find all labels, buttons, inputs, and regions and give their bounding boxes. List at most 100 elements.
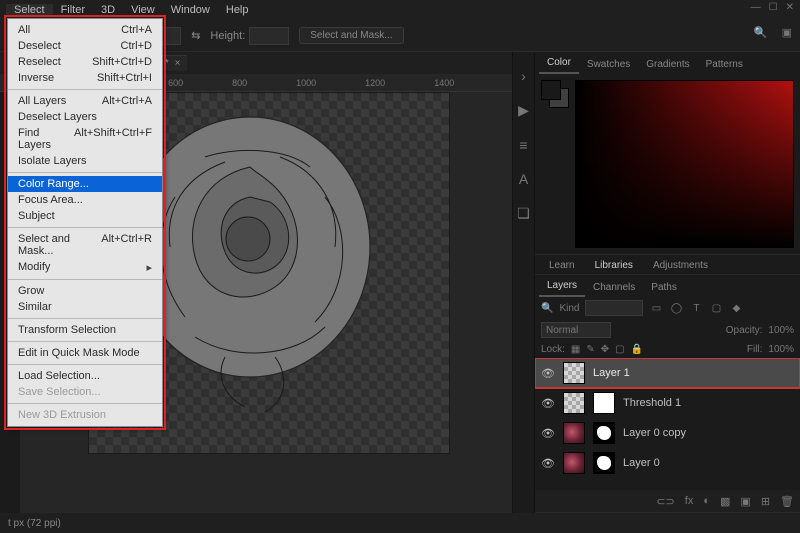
menu-item-deselect[interactable]: DeselectCtrl+D xyxy=(8,38,162,54)
adjustment-icon[interactable]: ▩ xyxy=(720,495,730,508)
menu-view[interactable]: View xyxy=(123,4,163,16)
tab-adjustments[interactable]: Adjustments xyxy=(643,256,718,275)
close-tab-icon[interactable]: × xyxy=(175,58,181,69)
fill-value[interactable]: 100% xyxy=(768,344,794,355)
visibility-icon[interactable]: 👁 xyxy=(541,427,555,440)
tab-gradients[interactable]: Gradients xyxy=(638,55,697,74)
tab-color[interactable]: Color xyxy=(539,53,579,74)
tab-channels[interactable]: Channels xyxy=(585,278,643,297)
delete-icon[interactable]: 🗑 xyxy=(780,495,794,508)
menu-item-focus-area[interactable]: Focus Area... xyxy=(8,192,162,208)
ruler-tick: 1400 xyxy=(434,78,454,88)
tab-layers[interactable]: Layers xyxy=(539,276,585,297)
menu-item-modify[interactable]: Modify xyxy=(8,259,162,276)
new-layer-icon[interactable]: ⊞ xyxy=(761,495,770,508)
layer-thumb[interactable] xyxy=(563,392,585,414)
tab-libraries[interactable]: Libraries xyxy=(585,256,643,275)
layer-name[interactable]: Layer 1 xyxy=(593,367,794,379)
lock-paint-icon[interactable]: ✎ xyxy=(586,344,594,355)
foreground-color-swatch[interactable] xyxy=(541,80,561,100)
layer-name[interactable]: Layer 0 copy xyxy=(623,427,794,439)
menu-item-load-selection[interactable]: Load Selection... xyxy=(8,368,162,384)
layers-footer: ⊂⊃ fx ◐ ▩ ▣ ⊞ 🗑 xyxy=(535,490,800,512)
layer-list: 👁 Layer 1 👁 Threshold 1 👁 Layer 0 copy 👁 xyxy=(535,358,800,490)
menu-item-transform-selection[interactable]: Transform Selection xyxy=(8,322,162,338)
maximize-icon[interactable]: ☐ xyxy=(769,2,778,13)
layer-name[interactable]: Threshold 1 xyxy=(623,397,794,409)
menu-filter[interactable]: Filter xyxy=(53,4,93,16)
fg-bg-swatch[interactable] xyxy=(541,80,569,108)
menu-3d[interactable]: 3D xyxy=(93,4,123,16)
visibility-icon[interactable]: 👁 xyxy=(541,457,555,470)
menu-item-all-layers[interactable]: All LayersAlt+Ctrl+A xyxy=(8,93,162,109)
select-and-mask-button[interactable]: Select and Mask... xyxy=(299,27,403,44)
lock-artboard-icon[interactable]: ▢ xyxy=(615,344,624,355)
menu-item-edit-in-quick-mask-mode[interactable]: Edit in Quick Mask Mode xyxy=(8,345,162,361)
layer-row[interactable]: 👁 Threshold 1 xyxy=(535,388,800,418)
menu-item-all[interactable]: AllCtrl+A xyxy=(8,22,162,38)
filter-adjust-icon[interactable]: ◯ xyxy=(669,303,683,314)
group-icon[interactable]: ▣ xyxy=(740,495,750,508)
layer-row[interactable]: 👁 Layer 0 copy xyxy=(535,418,800,448)
menu-item-color-range[interactable]: Color Range... xyxy=(8,176,162,192)
lock-trans-icon[interactable]: ▦ xyxy=(571,344,580,355)
dock-strip: › ▶ ≡ A ❏ xyxy=(512,52,534,513)
close-icon[interactable]: ✕ xyxy=(786,2,794,13)
menu-help[interactable]: Help xyxy=(218,4,257,16)
layer-thumb[interactable] xyxy=(563,422,585,444)
lock-all-icon[interactable]: 🔒 xyxy=(631,344,643,355)
play-icon[interactable]: ▶ xyxy=(518,102,529,119)
menu-item-deselect-layers[interactable]: Deselect Layers xyxy=(8,109,162,125)
height-input[interactable] xyxy=(249,27,289,45)
filter-type-icon[interactable]: T xyxy=(689,303,703,314)
workspace-icon[interactable]: ▣ xyxy=(782,26,792,39)
menu-window[interactable]: Window xyxy=(163,4,218,16)
menu-item-isolate-layers[interactable]: Isolate Layers xyxy=(8,153,162,169)
status-bar: t px (72 ppi) xyxy=(0,513,800,533)
link-layers-icon[interactable]: ⊂⊃ xyxy=(656,495,674,508)
tab-paths[interactable]: Paths xyxy=(643,278,685,297)
color-picker[interactable] xyxy=(575,80,794,248)
menu-item-inverse[interactable]: InverseShift+Ctrl+I xyxy=(8,70,162,86)
select-menu-dropdown: AllCtrl+ADeselectCtrl+DReselectShift+Ctr… xyxy=(7,18,163,427)
color-panel-tabs: Color Swatches Gradients Patterns xyxy=(535,52,800,74)
visibility-icon[interactable]: 👁 xyxy=(541,397,555,410)
menu-item-similar[interactable]: Similar xyxy=(8,299,162,315)
type-icon[interactable]: A xyxy=(519,171,528,187)
panel-icon[interactable]: ❏ xyxy=(517,205,530,222)
lock-move-icon[interactable]: ✥ xyxy=(601,344,609,355)
swap-icon[interactable]: ⇆ xyxy=(191,29,200,42)
fx-icon[interactable]: fx xyxy=(685,495,694,507)
mask-icon[interactable]: ◐ xyxy=(703,495,710,507)
mid-panel: Learn Libraries Adjustments xyxy=(535,255,800,275)
opacity-value[interactable]: 100% xyxy=(768,325,794,336)
minimize-icon[interactable]: — xyxy=(751,2,761,13)
menu-item-reselect[interactable]: ReselectShift+Ctrl+D xyxy=(8,54,162,70)
menu-select[interactable]: Select xyxy=(6,4,53,16)
search-icon[interactable]: 🔍 xyxy=(754,26,768,39)
menu-item-grow[interactable]: Grow xyxy=(8,283,162,299)
layer-mask-thumb[interactable] xyxy=(593,392,615,414)
visibility-icon[interactable]: 👁 xyxy=(541,367,555,380)
tab-learn[interactable]: Learn xyxy=(539,256,585,275)
layer-thumb[interactable] xyxy=(563,362,585,384)
menu-item-find-layers[interactable]: Find LayersAlt+Shift+Ctrl+F xyxy=(8,125,162,153)
layer-mask-thumb[interactable] xyxy=(593,452,615,474)
menu-item-select-and-mask[interactable]: Select and Mask...Alt+Ctrl+R xyxy=(8,231,162,259)
blend-mode-dropdown[interactable]: Normal xyxy=(541,322,611,338)
tab-patterns[interactable]: Patterns xyxy=(698,55,751,74)
filter-shape-icon[interactable]: ▢ xyxy=(709,303,723,314)
filter-smart-icon[interactable]: ◆ xyxy=(729,303,743,314)
tab-swatches[interactable]: Swatches xyxy=(579,55,638,74)
layer-filter-dropdown[interactable] xyxy=(585,300,643,316)
window-controls: — ☐ ✕ xyxy=(751,2,794,13)
layer-row[interactable]: 👁 Layer 0 xyxy=(535,448,800,478)
layer-mask-thumb[interactable] xyxy=(593,422,615,444)
filter-pixel-icon[interactable]: ▭ xyxy=(649,303,663,314)
layer-name[interactable]: Layer 0 xyxy=(623,457,794,469)
layer-row[interactable]: 👁 Layer 1 xyxy=(535,358,800,388)
layer-thumb[interactable] xyxy=(563,452,585,474)
expand-icon[interactable]: › xyxy=(521,68,526,84)
menu-item-subject[interactable]: Subject xyxy=(8,208,162,224)
history-icon[interactable]: ≡ xyxy=(519,137,527,153)
